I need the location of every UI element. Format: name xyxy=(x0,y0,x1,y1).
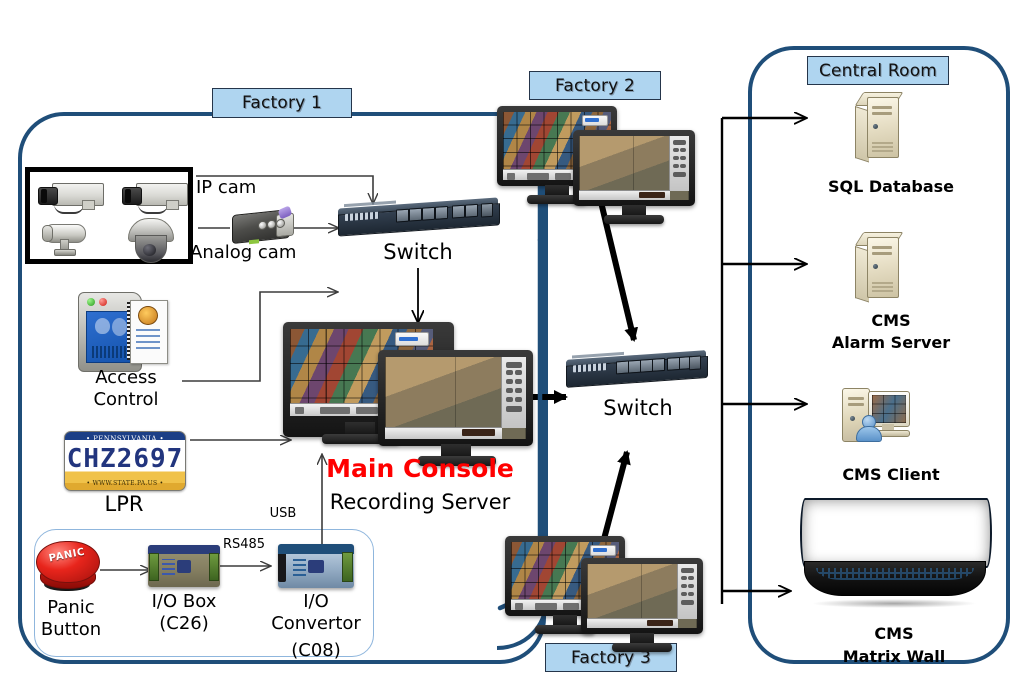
zone-label-factory1: Factory 1 xyxy=(212,88,352,118)
main-console-monitors xyxy=(283,322,533,466)
sql-database-icon xyxy=(854,92,917,163)
label-cms-client: CMS Client xyxy=(842,465,940,484)
label-io-box-line2: (C26) xyxy=(159,613,209,634)
label-factory1-switch: Switch xyxy=(383,240,453,264)
io-box-c26-icon xyxy=(148,545,220,587)
box-camera-icon xyxy=(122,180,190,214)
video-encoder-icon xyxy=(232,205,294,245)
box-camera-icon xyxy=(38,180,106,214)
label-cms-matrix-wall-line1: CMS xyxy=(874,624,914,643)
label-cms-alarm-server-line1: CMS xyxy=(871,311,911,330)
label-rs485: RS485 xyxy=(222,537,266,552)
cms-matrix-wall-icon xyxy=(800,498,992,608)
label-io-conv-line1: I/O xyxy=(303,591,329,612)
io-convertor-c08-icon xyxy=(278,544,354,588)
label-lpr: LPR xyxy=(104,492,144,516)
bullet-camera-icon xyxy=(42,224,88,256)
label-sql-database: SQL Database xyxy=(827,177,955,196)
zone-label-factory2: Factory 2 xyxy=(529,71,661,100)
access-control-icon xyxy=(78,292,170,372)
label-io-box-line1: I/O Box xyxy=(151,591,217,612)
label-access-control-line2: Control xyxy=(93,389,159,410)
label-ip-cam: IP cam xyxy=(196,177,257,198)
panic-button-icon: PANIC xyxy=(36,541,102,593)
plate-url-text: • WWW.STATE.PA.US • xyxy=(86,480,164,487)
label-io-conv-line3: (C08) xyxy=(291,640,341,661)
label-panic-line1: Panic xyxy=(47,597,95,618)
label-analog-cam: Analog cam xyxy=(190,242,297,263)
label-access-control-line1: Access xyxy=(95,367,157,388)
lpr-plate-icon: • PENNSYLVANIA • CHZ2697 • WWW.STATE.PA.… xyxy=(64,431,186,491)
dome-camera-icon xyxy=(128,218,174,263)
label-recording-server: Recording Server xyxy=(329,490,511,514)
label-cms-matrix-wall-line2: Matrix Wall xyxy=(842,647,946,666)
label-io-conv-line2: Convertor xyxy=(271,613,361,634)
cms-alarm-server-icon xyxy=(854,232,917,303)
diagram-canvas: Factory 1 Factory 2 Factory 3 Central Ro… xyxy=(0,0,1022,684)
label-cms-alarm-server-line2: Alarm Server xyxy=(831,333,951,352)
factory2-monitors xyxy=(497,106,697,224)
label-backbone-switch: Switch xyxy=(603,396,673,420)
factory3-monitors xyxy=(505,536,705,652)
cms-client-icon xyxy=(842,382,926,444)
zone-label-central-room: Central Room xyxy=(807,56,949,85)
plate-number-text: CHZ2697 xyxy=(66,444,184,474)
label-main-console: Main Console xyxy=(326,454,514,483)
camera-gallery-box xyxy=(25,167,193,264)
label-panic-line2: Button xyxy=(40,619,102,640)
